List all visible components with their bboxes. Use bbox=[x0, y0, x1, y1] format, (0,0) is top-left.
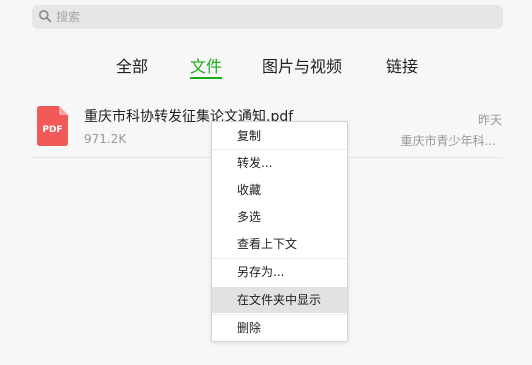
active-tab-indicator bbox=[190, 77, 222, 79]
tab-files[interactable]: 文件 bbox=[190, 53, 222, 77]
file-date: 昨天 bbox=[477, 113, 502, 127]
menu-item-favorite[interactable]: 收藏 bbox=[212, 177, 347, 203]
search-input[interactable] bbox=[56, 10, 476, 24]
pdf-file-icon: PDF bbox=[37, 106, 68, 146]
menu-item-delete[interactable]: 删除 bbox=[212, 315, 347, 341]
tab-all[interactable]: 全部 bbox=[116, 53, 148, 77]
tab-links[interactable]: 链接 bbox=[386, 53, 418, 77]
file-type-tabs: 全部 文件 图片与视频 链接 bbox=[0, 53, 532, 79]
context-menu: 复制 转发... 收藏 多选 查看上下文 另存为... 在文件夹中显示 删除 bbox=[211, 121, 348, 342]
search-bar[interactable] bbox=[32, 5, 503, 29]
menu-item-view-context[interactable]: 查看上下文 bbox=[212, 231, 347, 257]
pdf-icon-label: PDF bbox=[42, 125, 63, 135]
menu-item-multi-select[interactable]: 多选 bbox=[212, 204, 347, 230]
menu-item-show-in-folder[interactable]: 在文件夹中显示 bbox=[212, 287, 347, 313]
menu-item-save-as[interactable]: 另存为... bbox=[212, 259, 347, 285]
search-icon bbox=[38, 8, 52, 27]
menu-item-copy[interactable]: 复制 bbox=[212, 123, 347, 149]
tab-images-videos[interactable]: 图片与视频 bbox=[262, 53, 342, 77]
file-sender: 重庆市青少年科... bbox=[400, 134, 496, 148]
file-size: 971.2K bbox=[84, 132, 127, 146]
menu-item-forward[interactable]: 转发... bbox=[212, 150, 347, 176]
